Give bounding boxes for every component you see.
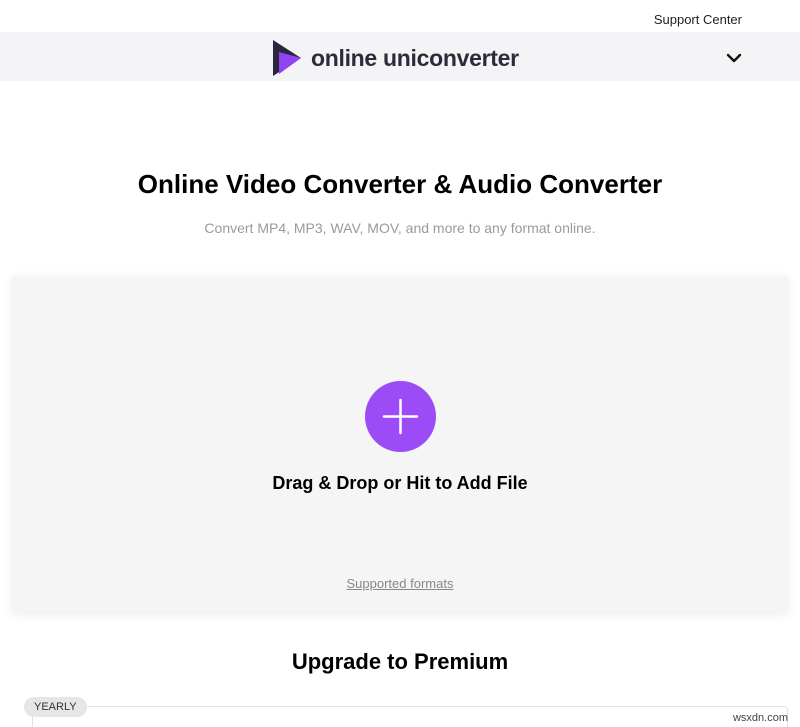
brand-name: online uniconverter (311, 44, 519, 71)
hero-section: Online Video Converter & Audio Converter… (0, 81, 800, 276)
add-file-button[interactable] (365, 381, 436, 452)
supported-formats-link[interactable]: Supported formats (12, 576, 788, 591)
site-header: online uniconverter (0, 32, 800, 81)
chevron-down-icon[interactable] (724, 48, 744, 68)
yearly-plan-tab[interactable]: YEARLY (24, 697, 87, 717)
logo-play-icon (273, 40, 301, 76)
watermark-text: wsxdn.com (732, 712, 788, 724)
plus-icon (382, 398, 419, 435)
page-title: Online Video Converter & Audio Converter (137, 169, 663, 199)
support-center-link[interactable]: Support Center (654, 12, 742, 27)
file-drop-zone[interactable]: Drag & Drop or Hit to Add File Supported… (12, 276, 788, 612)
drop-instruction: Drag & Drop or Hit to Add File (272, 473, 528, 493)
page-subtitle: Convert MP4, MP3, WAV, MOV, and more to … (204, 220, 596, 236)
pricing-plan-card (32, 706, 788, 727)
top-bar: Support Center (0, 0, 800, 32)
brand-logo[interactable]: online uniconverter (271, 40, 519, 76)
premium-section-title: Upgrade to Premium (291, 649, 509, 674)
